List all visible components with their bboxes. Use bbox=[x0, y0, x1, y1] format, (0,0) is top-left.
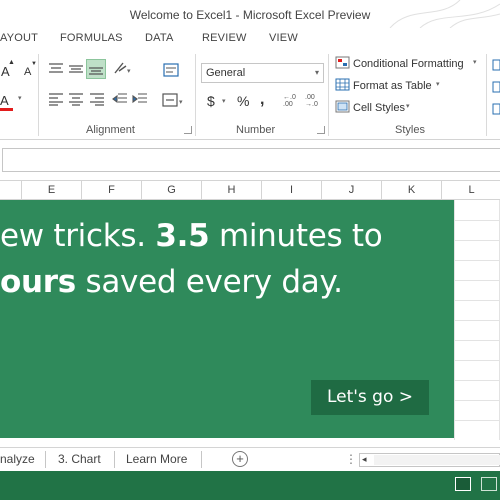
align-middle-icon[interactable] bbox=[68, 62, 84, 76]
banner-highlight: 3.5 bbox=[155, 218, 210, 254]
title-decoration bbox=[389, 0, 500, 28]
scroll-split-handle[interactable]: ⋮ bbox=[345, 452, 357, 466]
tab-divider bbox=[114, 451, 115, 468]
alignment-dialog-launcher[interactable] bbox=[184, 126, 192, 134]
sheet-tab-bar: nalyze 3. Chart Learn More + ⋮ ◂ bbox=[0, 447, 500, 471]
group-separator bbox=[486, 54, 487, 136]
tab-divider bbox=[45, 451, 46, 468]
column-header-g[interactable]: G bbox=[142, 181, 202, 200]
group-separator bbox=[195, 54, 196, 136]
sheet-tab-analyze[interactable]: nalyze bbox=[0, 452, 35, 466]
column-header-i[interactable]: I bbox=[262, 181, 322, 200]
number-dialog-launcher[interactable] bbox=[317, 126, 325, 134]
comma-style-button[interactable]: , bbox=[260, 91, 264, 109]
chevron-down-icon: ▾ bbox=[314, 68, 319, 77]
normal-view-icon[interactable] bbox=[455, 477, 471, 491]
svg-text:▾: ▾ bbox=[179, 99, 183, 106]
sheet-tab-chart[interactable]: 3. Chart bbox=[58, 452, 101, 466]
format-as-table-button[interactable]: Format as Table bbox=[353, 80, 432, 92]
horizontal-scrollbar[interactable]: ◂ bbox=[359, 453, 500, 467]
align-center-icon[interactable] bbox=[68, 92, 84, 106]
percent-button[interactable]: % bbox=[237, 93, 249, 109]
align-left-icon[interactable] bbox=[48, 92, 64, 106]
svg-text:←.0: ←.0 bbox=[283, 94, 296, 101]
conditional-formatting-icon bbox=[335, 56, 350, 69]
title-bar: Welcome to Excel1 - Microsoft Excel Prev… bbox=[0, 0, 500, 28]
group-separator bbox=[328, 54, 329, 136]
banner-line-1: ew tricks. 3.5 minutes to bbox=[0, 218, 383, 254]
chevron-down-icon: ▾ bbox=[436, 81, 440, 88]
decrease-indent-icon[interactable] bbox=[112, 92, 128, 106]
align-bottom-icon bbox=[89, 67, 103, 75]
column-header-l[interactable]: L bbox=[442, 181, 500, 200]
increase-indent-icon[interactable] bbox=[132, 92, 148, 106]
banner-text: saved every day. bbox=[75, 264, 343, 300]
shrink-font-button[interactable]: A bbox=[24, 66, 31, 78]
format-as-table-icon bbox=[335, 78, 350, 91]
cell-styles-icon bbox=[335, 100, 350, 113]
column-header-e[interactable]: E bbox=[22, 181, 82, 200]
svg-text:.00: .00 bbox=[305, 94, 315, 101]
conditional-formatting-button[interactable]: Conditional Formatting bbox=[353, 58, 464, 70]
wrap-text-icon[interactable] bbox=[162, 62, 180, 78]
ribbon-tabs: AYOUT FORMULAS DATA REVIEW VIEW bbox=[0, 28, 500, 50]
alignment-group-label: Alignment bbox=[86, 124, 135, 136]
grow-font-arrow-icon: ▲ bbox=[8, 59, 15, 66]
scrollbar-thumb[interactable] bbox=[374, 455, 500, 465]
increase-decimal-icon[interactable]: ←.0.00 bbox=[283, 92, 299, 108]
column-headers: E F G H I J K L bbox=[0, 180, 500, 200]
ribbon: A ▲ A ▼ A ▾ ▾ ▾ Alignment General ▾ $ ▾ … bbox=[0, 50, 500, 140]
column-header-h[interactable]: H bbox=[202, 181, 262, 200]
tab-formulas[interactable]: FORMULAS bbox=[60, 32, 123, 44]
chevron-down-icon: ▾ bbox=[473, 59, 477, 66]
styles-group-label: Styles bbox=[395, 124, 425, 136]
grow-font-button[interactable]: A bbox=[1, 64, 10, 79]
banner-line-2: ours saved every day. bbox=[0, 264, 343, 300]
tab-review[interactable]: REVIEW bbox=[202, 32, 247, 44]
font-color-bar bbox=[0, 108, 13, 111]
cell-styles-button[interactable]: Cell Styles bbox=[353, 102, 405, 114]
align-top-icon[interactable] bbox=[48, 62, 64, 76]
page-layout-view-icon[interactable] bbox=[481, 477, 497, 491]
formula-input[interactable] bbox=[2, 148, 500, 172]
shrink-font-arrow-icon: ▼ bbox=[31, 61, 37, 67]
merge-center-icon[interactable]: ▾ bbox=[162, 92, 186, 108]
currency-button[interactable]: $ bbox=[207, 93, 215, 109]
column-header-f[interactable]: F bbox=[82, 181, 142, 200]
tab-view[interactable]: VIEW bbox=[269, 32, 298, 44]
svg-text:.00: .00 bbox=[283, 101, 293, 108]
tab-divider bbox=[201, 451, 202, 468]
scroll-left-icon[interactable]: ◂ bbox=[362, 454, 367, 465]
sheet-tab-learn-more[interactable]: Learn More bbox=[126, 452, 187, 466]
font-color-dropdown-icon[interactable]: ▾ bbox=[18, 94, 22, 102]
tab-page-layout[interactable]: AYOUT bbox=[0, 32, 38, 44]
currency-dropdown-icon[interactable]: ▾ bbox=[222, 97, 226, 105]
welcome-banner: ew tricks. 3.5 minutes to ours saved eve… bbox=[0, 200, 454, 438]
add-sheet-icon[interactable]: + bbox=[232, 451, 248, 467]
number-format-value: General bbox=[206, 67, 246, 79]
decrease-decimal-icon[interactable]: .00→.0 bbox=[305, 92, 321, 108]
cells-group-partial-icon[interactable] bbox=[492, 58, 500, 118]
svg-text:→.0: →.0 bbox=[305, 101, 318, 108]
align-right-icon[interactable] bbox=[89, 92, 105, 106]
align-bottom-button[interactable] bbox=[86, 59, 106, 79]
status-bar bbox=[0, 471, 500, 500]
font-color-button[interactable]: A bbox=[0, 93, 9, 108]
banner-text: ew tricks. bbox=[0, 218, 156, 254]
svg-text:▾: ▾ bbox=[127, 68, 131, 75]
group-separator bbox=[38, 54, 39, 136]
tab-data[interactable]: DATA bbox=[145, 32, 174, 44]
chevron-down-icon: ▾ bbox=[406, 103, 410, 110]
lets-go-button[interactable]: Let's go > bbox=[311, 380, 429, 415]
column-header-k[interactable]: K bbox=[382, 181, 442, 200]
banner-highlight: ours bbox=[0, 264, 76, 300]
number-group-label: Number bbox=[236, 124, 276, 136]
banner-text: minutes to bbox=[209, 218, 383, 254]
orientation-icon[interactable]: ▾ bbox=[113, 60, 133, 76]
formula-bar-area bbox=[0, 140, 500, 180]
number-format-select[interactable]: General ▾ bbox=[201, 63, 324, 83]
column-header-partial[interactable] bbox=[0, 181, 22, 200]
column-header-j[interactable]: J bbox=[322, 181, 382, 200]
